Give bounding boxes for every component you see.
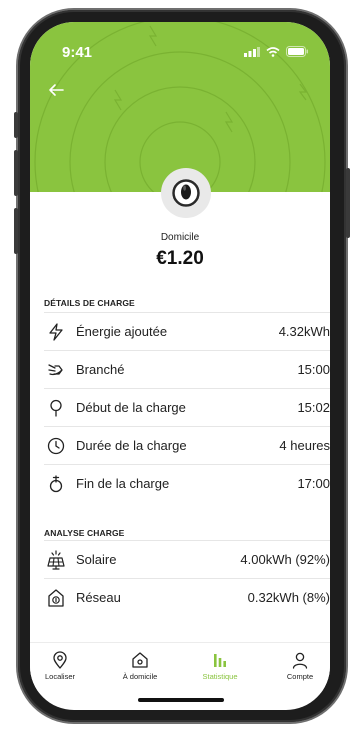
analysis-section-title: ANALYSE CHARGE — [44, 528, 125, 538]
detail-row-plugged: Branché 15:00 — [44, 350, 330, 388]
back-arrow-icon[interactable] — [46, 80, 66, 100]
detail-label: Fin de la charge — [76, 476, 170, 491]
detail-label: Énergie ajoutée — [76, 324, 168, 339]
detail-label: Durée de la charge — [76, 438, 187, 453]
home-indicator[interactable] — [138, 698, 224, 702]
tab-statistique[interactable]: Statistique — [190, 651, 250, 681]
tab-localiser[interactable]: Localiser — [30, 651, 90, 681]
analysis-value: 4.00kWh (92%) — [240, 552, 330, 567]
clock-icon — [47, 437, 65, 454]
analysis-row-grid: Réseau 0.32kWh (8%) — [44, 578, 330, 616]
analysis-label: Solaire — [76, 552, 117, 567]
bottom-tab-bar: Localiser À domicile Statistique Compte — [30, 642, 330, 693]
detail-row-duration: Durée de la charge 4 heures — [44, 426, 330, 464]
tab-label: Statistique — [202, 672, 238, 681]
charge-end-icon — [49, 474, 63, 492]
location-pin-icon — [50, 399, 62, 417]
tab-label: À domicile — [122, 672, 158, 681]
phone-side-button-left-2 — [14, 150, 18, 196]
app-screen: 9:41 Domicile €1.20 DÉTAILS DE CHARGE Én… — [30, 22, 330, 710]
green-header: 9:41 — [30, 22, 330, 192]
analysis-value: 0.32kWh (8%) — [247, 590, 330, 605]
status-bar: 9:41 — [30, 44, 330, 64]
charger-device-icon — [172, 179, 200, 207]
phone-side-button-left-3 — [14, 208, 18, 254]
tab-label: Localiser — [44, 672, 75, 681]
plug-icon — [48, 363, 63, 375]
detail-value: 17:00 — [297, 476, 330, 491]
tab-compte[interactable]: Compte — [270, 651, 330, 681]
phone-side-button-right — [346, 168, 350, 238]
solar-panel-icon — [47, 549, 65, 570]
charger-avatar — [161, 168, 211, 218]
analysis-label: Réseau — [76, 590, 121, 605]
detail-row-start: Début de la charge 15:02 — [44, 388, 330, 426]
detail-value: 4.32kWh — [278, 324, 330, 339]
details-section-title: DÉTAILS DE CHARGE — [44, 298, 135, 308]
analysis-row-solar: Solaire 4.00kWh (92%) — [44, 540, 330, 578]
phone-side-button-left-1 — [14, 112, 18, 138]
detail-label: Début de la charge — [76, 400, 186, 415]
detail-value: 15:00 — [297, 362, 330, 377]
status-time: 9:41 — [62, 44, 93, 61]
battery-icon — [286, 46, 308, 57]
charge-cost: €1.20 — [156, 248, 204, 269]
wifi-icon — [266, 46, 280, 57]
lightning-icon — [49, 322, 63, 341]
detail-row-end: Fin de la charge 17:00 — [44, 464, 330, 502]
user-icon — [292, 652, 308, 669]
tab-a-domicile[interactable]: À domicile — [110, 651, 170, 681]
status-icons — [244, 46, 308, 57]
signal-icon — [244, 46, 260, 57]
detail-value: 15:02 — [297, 400, 330, 415]
detail-row-energy: Énergie ajoutée 4.32kWh — [44, 312, 330, 350]
bar-chart-icon — [214, 654, 226, 667]
charger-location-name: Domicile — [160, 232, 200, 243]
location-icon — [53, 651, 67, 669]
tab-label: Compte — [286, 672, 314, 681]
detail-value: 4 heures — [279, 438, 330, 453]
detail-label: Branché — [76, 362, 125, 377]
home-icon — [132, 652, 148, 668]
grid-home-icon — [48, 588, 64, 607]
